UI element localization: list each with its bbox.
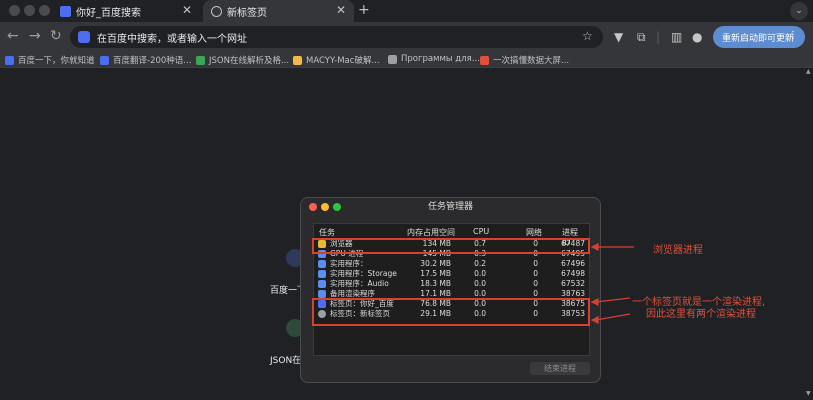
divider: | xyxy=(656,30,661,44)
forward-arrow-icon[interactable]: → xyxy=(29,29,41,43)
cell-pid: 67498 xyxy=(561,269,585,278)
bookmark-item[interactable]: MACYY-Mac破解... xyxy=(293,54,380,66)
bookmark-item[interactable]: 百度一下，你就知道 xyxy=(5,54,95,66)
tm-title: 任务管理器 xyxy=(427,202,473,212)
reload-icon[interactable]: ↻ xyxy=(50,29,62,43)
address-bar[interactable]: 在百度中搜索，或者输入一个网址 ☆ xyxy=(70,26,603,48)
bookmark-label: Программы для... xyxy=(401,54,480,64)
json-icon xyxy=(196,55,205,65)
bookmark-item[interactable]: 百度翻译-200种语... xyxy=(100,54,191,66)
column-header-memory[interactable]: 内存占用空间 xyxy=(407,227,455,238)
bookmark-star-icon[interactable]: ☆ xyxy=(582,29,593,43)
macyy-icon xyxy=(293,55,302,65)
programs-icon xyxy=(388,54,397,64)
address-bar-text: 在百度中搜索，或者输入一个网址 xyxy=(97,33,247,45)
table-row[interactable]: 实用程序： 30.2 MB 0.2 0 67496 xyxy=(314,259,589,269)
new-tab-plus-icon[interactable]: + xyxy=(358,2,370,18)
column-header-network[interactable]: 网络 xyxy=(526,227,542,238)
back-arrow-icon[interactable]: ← xyxy=(7,29,19,43)
scrollbar[interactable]: ▲ ▼ xyxy=(806,68,813,400)
close-icon[interactable]: ✕ xyxy=(182,3,192,17)
cell-network: 0 xyxy=(533,279,538,288)
cell-pid: 67496 xyxy=(561,259,585,268)
window-zoom-button[interactable] xyxy=(39,5,50,16)
toolbar: ← → ↻ 在百度中搜索，或者输入一个网址 ☆ ▼ ⧉ | ▥ ● 重新启动即可… xyxy=(0,22,813,52)
highlight-render-processes xyxy=(312,298,590,326)
cell-pid: 67532 xyxy=(561,279,585,288)
extension-v-icon[interactable]: ▼ xyxy=(614,30,623,44)
shortcut-label: JSON在 xyxy=(270,356,302,366)
tab-title: 新标签页 xyxy=(227,7,267,19)
bookmark-item[interactable]: JSON在线解析及格... xyxy=(196,54,289,66)
puzzle-icon xyxy=(318,280,326,288)
extensions-puzzle-icon[interactable]: ⧉ xyxy=(637,30,646,45)
bookmark-label: MACYY-Mac破解... xyxy=(306,56,380,66)
translate-icon xyxy=(100,55,109,65)
cell-cpu: 0.0 xyxy=(474,279,486,288)
column-header-task[interactable]: 任务 xyxy=(319,227,335,238)
tab-new-tab[interactable]: 新标签页 ✕ xyxy=(203,0,354,22)
column-header-cpu[interactable]: CPU xyxy=(473,227,489,236)
bookmarks-bar: 百度一下，你就知道 百度翻译-200种语... JSON在线解析及格... MA… xyxy=(0,52,813,68)
scroll-down-icon[interactable]: ▼ xyxy=(806,390,811,397)
cell-task: 实用程序：Storage xyxy=(330,269,397,278)
bookmark-label: 百度翻译-200种语... xyxy=(113,56,192,66)
relaunch-update-label: 重新启动即可更新 xyxy=(722,33,795,44)
annotation-browser-process: 浏览器进程 xyxy=(653,245,703,256)
annotation-render-line2: 因此这里有两个渲染进程 xyxy=(646,309,756,320)
puzzle-icon xyxy=(318,270,326,278)
bookmark-label: JSON在线解析及格... xyxy=(209,56,290,66)
tab-title: 你好_百度搜索 xyxy=(76,7,141,19)
baidu-icon xyxy=(60,5,71,17)
table-row[interactable]: 实用程序：Storage 17.5 MB 0.0 0 67498 xyxy=(314,269,589,279)
puzzle-icon xyxy=(318,290,326,298)
cell-memory: 17.5 MB xyxy=(420,269,451,278)
more-vert-icon[interactable]: ⋮ xyxy=(788,30,798,41)
highlight-browser-process xyxy=(312,238,590,254)
relaunch-update-button[interactable]: 重新启动即可更新 ⋮ xyxy=(713,26,805,48)
cell-network: 0 xyxy=(533,269,538,278)
cell-network: 0 xyxy=(533,259,538,268)
tab-search-chevron-icon[interactable]: ⌄ xyxy=(790,2,808,20)
cell-task: 实用程序：Audio xyxy=(330,279,389,288)
bookmark-label: 一次搞懂数据大屏... xyxy=(493,56,570,66)
baidu-icon xyxy=(78,31,90,43)
bookmark-label: 百度一下，你就知道 xyxy=(18,56,95,66)
cell-cpu: 0.0 xyxy=(474,269,486,278)
cell-memory: 18.3 MB xyxy=(420,279,451,288)
cell-task: 实用程序： xyxy=(330,259,368,268)
table-row[interactable]: 实用程序：Audio 18.3 MB 0.0 0 67532 xyxy=(314,279,589,289)
profile-icon[interactable]: ● xyxy=(692,30,702,44)
puzzle-icon xyxy=(318,260,326,268)
side-panel-icon[interactable]: ▥ xyxy=(671,30,682,44)
cell-cpu: 0.2 xyxy=(474,259,486,268)
bookmark-item[interactable]: 一次搞懂数据大屏... xyxy=(480,54,569,66)
globe-icon xyxy=(211,5,222,17)
annotation-arrows xyxy=(590,243,634,324)
c-icon xyxy=(480,55,489,65)
close-icon[interactable]: ✕ xyxy=(336,3,346,17)
end-process-button[interactable]: 结束进程 xyxy=(530,362,590,375)
window-close-button[interactable] xyxy=(9,5,20,16)
bookmark-item[interactable]: Программы для... xyxy=(388,54,480,64)
tab-baidu-search[interactable]: 你好_百度搜索 ✕ xyxy=(52,0,200,22)
cell-memory: 30.2 MB xyxy=(420,259,451,268)
window-minimize-button[interactable] xyxy=(24,5,35,16)
scroll-up-icon[interactable]: ▲ xyxy=(806,68,811,75)
tab-strip: 你好_百度搜索 ✕ 新标签页 ✕ + ⌄ xyxy=(0,0,813,22)
baidu-icon xyxy=(5,55,14,65)
task-manager-window: 任务管理器 任务 内存占用空间 CPU 网络 进程 ID 浏览器 134 MB 0.… xyxy=(300,197,601,383)
